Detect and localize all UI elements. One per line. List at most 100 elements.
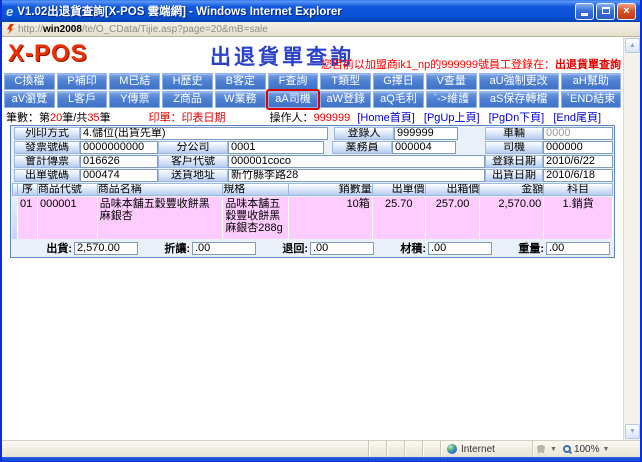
btn-pick-date[interactable]: G擇日 xyxy=(373,73,424,90)
btn-closed[interactable]: M已結 xyxy=(109,73,160,90)
zoom-icon[interactable] xyxy=(563,445,571,453)
btn-maintain[interactable]: `->維護 xyxy=(426,91,477,108)
btn-query[interactable]: F查詢 xyxy=(268,73,319,90)
table-row[interactable]: 01 000001 品味本舖五穀豐收餅黑麻銀杏 品味本舖五穀豐收餅黑麻銀杏288… xyxy=(12,197,613,239)
btn-force-update[interactable]: aU強制更改 xyxy=(479,73,559,90)
status-main-pane xyxy=(2,441,368,457)
title-bar: e V1.02出退貨查詢[X-POS 雲端網] - Windows Intern… xyxy=(2,0,640,22)
cell-seq: 01 xyxy=(18,197,38,239)
header-spec: 規格 xyxy=(223,183,289,196)
totals-row: 出貨:2,570.00 折讓:.00 退回:.00 材積:.00 重量:.00 xyxy=(12,240,613,256)
form-row-3: 會計傳票 016626 客戶代號 000001coco 登錄日期 2010/6/… xyxy=(12,155,613,168)
maximize-button[interactable] xyxy=(596,3,615,20)
registrant-label: 登錄人 xyxy=(334,127,394,140)
btn-history[interactable]: H歷史 xyxy=(162,73,213,90)
btn-voucher[interactable]: Y傳票 xyxy=(109,91,160,108)
btn-driver[interactable]: aA司機 xyxy=(268,91,319,108)
toolbar-row-1: C換檔 P補印 M已結 H歷史 B客定 F查詢 T類型 G擇日 V查量 aU強制… xyxy=(3,73,622,90)
header-seq: 序 xyxy=(18,183,38,196)
btn-switch-file[interactable]: C換檔 xyxy=(4,73,55,90)
vertical-scrollbar[interactable]: ▲ ▼ xyxy=(623,37,640,440)
scroll-up-icon[interactable]: ▲ xyxy=(625,38,640,53)
zoom-caret-icon[interactable]: ▼ xyxy=(603,446,610,453)
branch-label: 分公司 xyxy=(158,141,228,154)
btn-help[interactable]: aH幫助 xyxy=(561,73,621,90)
minimize-button[interactable] xyxy=(575,3,594,20)
header-unit-price: 出單價 xyxy=(373,183,426,196)
registrant-field[interactable]: 999999 xyxy=(394,127,458,140)
btn-customer[interactable]: L客戶 xyxy=(57,91,108,108)
table-header: 序 商品代號 商品名稱 規格 銷數量 出單價 出箱價 金額 科目 xyxy=(12,183,613,196)
btn-save-export[interactable]: aS保存轉檔 xyxy=(479,91,559,108)
order-no-field[interactable]: 000474 xyxy=(80,169,158,182)
close-button[interactable]: × xyxy=(617,3,636,20)
delivery-address-label: 送貨地址 xyxy=(158,169,228,182)
salesman-field[interactable]: 000004 xyxy=(392,141,456,154)
btn-customer-custom[interactable]: B客定 xyxy=(215,73,266,90)
btn-gross-profit[interactable]: aQ毛利 xyxy=(373,91,424,108)
status-bar: Internet ▼100%▼ xyxy=(2,440,640,457)
total-discount-field[interactable]: .00 xyxy=(192,242,256,255)
btn-browse[interactable]: aV瀏覽 xyxy=(4,91,55,108)
btn-product[interactable]: Z商品 xyxy=(162,91,213,108)
customer-code-field[interactable]: 000001coco xyxy=(228,155,485,168)
order-form: 列印方式 4.儲位(出貨先單) 登錄人 999999 車輛 0000 發票號碼 … xyxy=(10,125,615,258)
salesman-label: 業務員 xyxy=(332,141,392,154)
btn-sales[interactable]: W業務 xyxy=(215,91,266,108)
total-discount: 折讓:.00 xyxy=(140,240,258,256)
invoice-no-field[interactable]: 0000000000 xyxy=(80,141,158,154)
header-amount: 金額 xyxy=(480,183,544,196)
cell-account: 1.銷貨 xyxy=(544,197,613,239)
url-scheme: http:// xyxy=(18,24,43,35)
url-host: win2008 xyxy=(43,24,82,35)
ship-date-field[interactable]: 2010/6/18 xyxy=(543,169,613,182)
ship-date-label: 出貨日期 xyxy=(485,169,543,182)
total-volume: 材積:.00 xyxy=(376,240,494,256)
globe-icon xyxy=(447,444,457,454)
total-return-field[interactable]: .00 xyxy=(310,242,374,255)
btn-end[interactable]: `END結束 xyxy=(561,91,621,108)
reg-date-field[interactable]: 2010/6/22 xyxy=(543,155,613,168)
btn-quantity-query[interactable]: V查量 xyxy=(426,73,477,90)
voucher-field[interactable]: 016626 xyxy=(80,155,158,168)
zone-label: Internet xyxy=(461,444,495,455)
window-bottom-edge xyxy=(2,457,640,462)
delivery-address-field[interactable]: 新竹縣李路28 xyxy=(228,169,485,182)
scroll-down-icon[interactable]: ▼ xyxy=(625,424,640,439)
btn-reprint[interactable]: P補印 xyxy=(57,73,108,90)
print-mode-label: 列印方式 xyxy=(14,127,80,140)
driver-label: 司機 xyxy=(485,141,543,154)
reg-date-label: 登錄日期 xyxy=(485,155,543,168)
nav-pgdn[interactable]: [PgDn下頁] xyxy=(489,112,545,124)
total-return: 退回:.00 xyxy=(258,240,376,256)
login-message-target: 出退貨單查詢 xyxy=(555,59,621,71)
total-shipment-field[interactable]: 2,570.00 xyxy=(74,242,138,255)
record-count-total: 35 xyxy=(87,112,99,124)
url-path: /te/O_CData/Tijie.asp?page=20&mB=sale xyxy=(82,24,268,35)
operator-value: 999999 xyxy=(314,112,351,124)
cell-amount: 2,570.00 xyxy=(480,197,544,239)
btn-type[interactable]: T類型 xyxy=(320,73,371,90)
total-shipment: 出貨:2,570.00 xyxy=(22,240,140,256)
header-box-price: 出箱價 xyxy=(426,183,481,196)
cell-product-code: 000001 xyxy=(38,197,98,239)
print-mode-field[interactable]: 4.儲位(出貨先單) xyxy=(80,127,328,140)
total-weight: 重量:.00 xyxy=(494,240,612,256)
branch-field[interactable]: 0001 xyxy=(228,141,324,154)
total-weight-field[interactable]: .00 xyxy=(546,242,610,255)
nav-home[interactable]: [Home首頁] xyxy=(357,112,414,124)
form-row-4: 出單號碼 000474 送貨地址 新竹縣李路28 出貨日期 2010/6/18 xyxy=(12,169,613,182)
header-product-code: 商品代號 xyxy=(38,183,98,196)
toolbar: C換檔 P補印 M已結 H歷史 B客定 F查詢 T類型 G擇日 V查量 aU強制… xyxy=(3,73,622,108)
status-pane-4 xyxy=(422,441,440,457)
total-volume-field[interactable]: .00 xyxy=(428,242,492,255)
safety-caret-icon[interactable]: ▼ xyxy=(550,446,557,453)
address-bar[interactable]: http://win2008/te/O_CData/Tijie.asp?page… xyxy=(2,22,640,37)
driver-field[interactable]: 000000 xyxy=(543,141,613,154)
nav-end[interactable]: [End尾頁] xyxy=(553,112,601,124)
address-url[interactable]: http://win2008/te/O_CData/Tijie.asp?page… xyxy=(18,24,268,35)
nav-pgup[interactable]: [PgUp上頁] xyxy=(424,112,480,124)
vehicle-field[interactable]: 0000 xyxy=(543,127,613,140)
btn-register[interactable]: aW登錄 xyxy=(320,91,371,108)
safety-icon[interactable] xyxy=(537,445,545,454)
